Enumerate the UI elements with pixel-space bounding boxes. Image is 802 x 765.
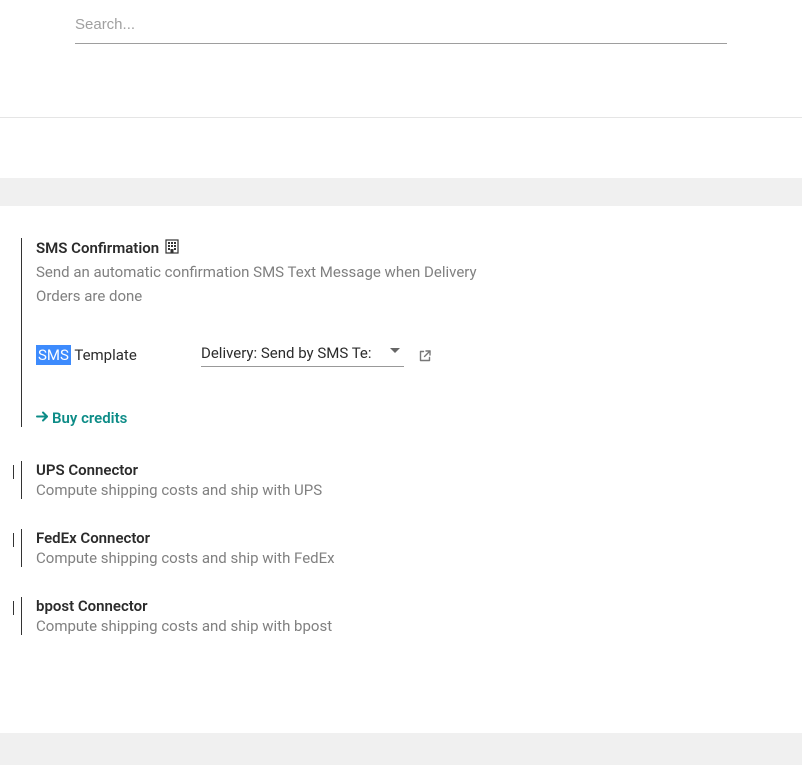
- connector-stub: [7, 533, 14, 547]
- connector-bpost-desc: Compute shipping costs and ship with bpo…: [36, 617, 802, 635]
- connector-stub: [7, 601, 14, 615]
- sms-confirmation-description: Send an automatic confirmation SMS Text …: [36, 260, 516, 308]
- sms-label-highlight: SMS: [36, 345, 71, 365]
- connector-bpost-title: bpost Connector: [36, 597, 802, 615]
- connector-fedex: FedEx Connector Compute shipping costs a…: [35, 529, 802, 567]
- chevron-down-icon: [390, 348, 400, 353]
- building-icon: [165, 239, 179, 258]
- buy-credits-label: Buy credits: [52, 409, 127, 427]
- connector-fedex-desc: Compute shipping costs and ship with Fed…: [36, 549, 802, 567]
- content-area: SMS Confirmation: [0, 206, 802, 635]
- connector-fedex-title: FedEx Connector: [36, 529, 802, 547]
- buy-credits-link[interactable]: Buy credits: [36, 409, 127, 427]
- search-input[interactable]: [75, 12, 727, 44]
- sms-confirmation-title: SMS Confirmation: [36, 239, 159, 257]
- sms-template-row: SMS Template Delivery: Send by SMS Te:: [36, 342, 802, 367]
- arrow-right-icon: [36, 409, 49, 427]
- grey-band-top: [0, 178, 802, 206]
- sms-template-label: SMS Template: [36, 346, 201, 364]
- divider: [0, 117, 802, 118]
- external-link-icon[interactable]: [418, 349, 432, 367]
- connector-stub: [7, 465, 14, 479]
- sms-confirmation-setting: SMS Confirmation: [0, 238, 802, 635]
- search-container: [0, 0, 802, 44]
- connector-ups-desc: Compute shipping costs and ship with UPS: [36, 481, 802, 499]
- connector-ups: UPS Connector Compute shipping costs and…: [35, 461, 802, 499]
- sms-template-dropdown[interactable]: Delivery: Send by SMS Te:: [201, 342, 404, 367]
- sms-label-rest: Template: [71, 346, 137, 364]
- grey-band-bottom: [0, 733, 802, 765]
- connector-ups-title: UPS Connector: [36, 461, 802, 479]
- connector-bpost: bpost Connector Compute shipping costs a…: [35, 597, 802, 635]
- sms-template-value: Delivery: Send by SMS Te:: [201, 344, 372, 362]
